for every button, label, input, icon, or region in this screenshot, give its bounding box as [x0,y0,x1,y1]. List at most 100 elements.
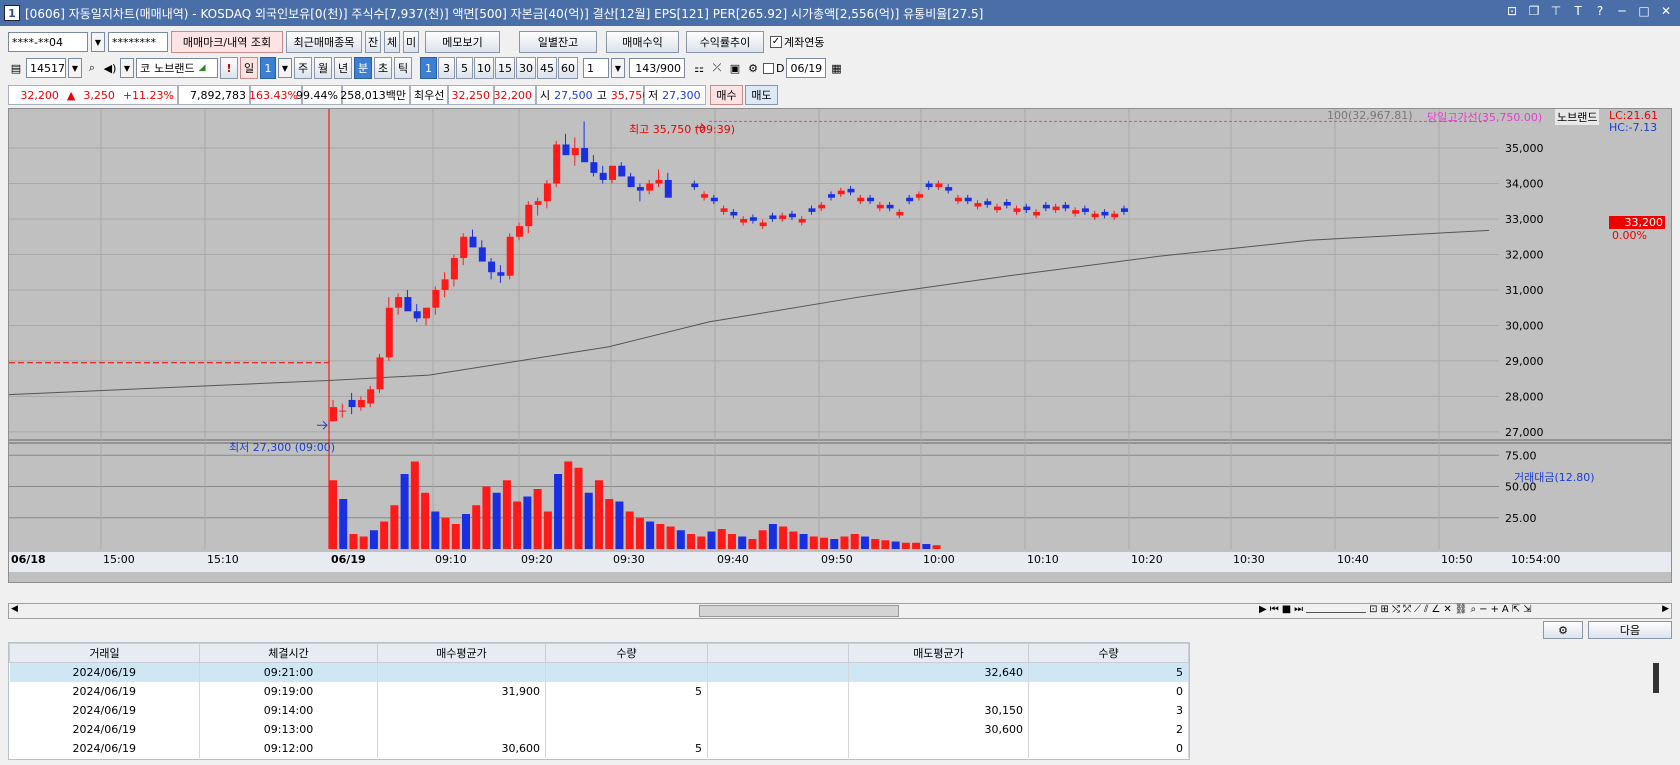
column-header-6[interactable]: 수량 [1028,643,1189,663]
monthly-button[interactable]: 월 [314,57,332,79]
column-header-3[interactable]: 수량 [545,643,708,663]
scroll-left-icon[interactable]: ◀ [11,604,18,614]
candlestick-chart[interactable]: 35,000 34,000 33,000 32,000 31,000 30,000 29,0… [8,108,1672,583]
password-input[interactable]: ******** [108,32,168,52]
pin-icon[interactable]: ⊤ [1548,4,1564,18]
play-icon[interactable]: ▶ [1259,604,1267,615]
column-header-2[interactable]: 매수평균가 [377,643,546,663]
scale-out-icon[interactable]: ⇱ [1512,604,1520,615]
interval-10-button[interactable]: 10 [474,57,494,79]
balance-button[interactable]: 잔 [365,31,381,53]
table-row[interactable]: 2024/06/19 09:21:00 32,640 5 [9,662,1189,682]
next-button[interactable]: 다음 [1588,621,1672,639]
text-icon[interactable]: T [1570,4,1586,18]
stock-code-dropdown[interactable]: ▼ [68,58,82,78]
period-num-button[interactable]: 1 [260,57,276,79]
copy-icon[interactable]: ❐ [1526,4,1542,18]
trade-profit-button[interactable]: 매매수익 [606,31,679,53]
trade-marks-button[interactable]: 매매마크/내역 조회 [171,31,283,53]
second-button[interactable]: 초 [374,57,392,79]
draw-tools-icon[interactable]: ⤭ [1392,604,1400,615]
cross-tool-icon[interactable]: ✕ [1443,604,1451,615]
table-row[interactable]: 2024/06/19 09:12:00 30,600 5 0 [9,738,1189,758]
column-header-1[interactable]: 체결시간 [199,643,378,663]
layout-icon[interactable]: ▤ [8,60,24,76]
alert-button[interactable]: ! [220,57,238,79]
settings-button[interactable]: ⚙ [1543,621,1583,639]
zoom-reset-icon[interactable]: ⊡ [1369,604,1377,615]
interval-45-button[interactable]: 45 [537,57,557,79]
chart-scrollbar[interactable]: ◀ ▶ ⏮ ■ ⏭ ⊡ ⊞ ⤭ ⤱ ⟋ ⫽ ∠ ✕ ⛓ ⌕ − + A ⇱ ⇲ … [8,603,1672,619]
filled-button[interactable]: 체 [384,31,400,53]
account-dropdown[interactable]: ▼ [91,32,105,52]
yearly-button[interactable]: 년 [334,57,352,79]
auto-scale-icon[interactable]: A [1502,604,1509,615]
interval-3-button[interactable]: 3 [438,57,455,79]
interval-5-button[interactable]: 5 [456,57,473,79]
period-day-button[interactable]: 일 [240,57,258,79]
table-row[interactable]: 2024/06/19 09:13:00 30,600 2 [9,719,1189,739]
chart-canvas[interactable]: 35,000 34,000 33,000 32,000 31,000 30,000 29,0… [9,109,1671,582]
sound-dropdown[interactable]: ▼ [120,58,134,78]
scale-in-icon[interactable]: ⇲ [1523,604,1531,615]
interval-15-button[interactable]: 15 [495,57,515,79]
column-header-5[interactable]: 매도평균가 [848,643,1029,663]
minute-button[interactable]: 분 [354,57,372,79]
minimize-icon[interactable]: ─ [1614,4,1630,18]
zoom-out-icon[interactable]: − [1479,604,1487,615]
column-header-4[interactable] [707,643,849,663]
stock-name-field[interactable]: 코 노브랜드 ◢ [136,58,218,78]
zoom-in-icon[interactable]: + [1490,604,1498,615]
multiplier-input[interactable]: 1 [583,58,609,78]
interval-60-button[interactable]: 60 [558,57,578,79]
date-checkbox[interactable] [763,62,774,74]
speed-slider[interactable] [1306,607,1367,613]
stop-icon[interactable]: ■ [1282,604,1291,615]
table-row[interactable]: 2024/06/19 09:19:00 31,900 5 0 [9,681,1189,701]
fib-tool-icon[interactable]: ⤱ [1403,604,1411,615]
weekly-button[interactable]: 주 [294,57,312,79]
calendar-icon[interactable]: ▦ [828,60,844,76]
chain-icon[interactable]: ⛓ [1455,604,1468,615]
date-input[interactable]: 06/19 [786,58,827,78]
buy-button[interactable]: 매수 [710,85,743,105]
maximize-icon[interactable]: □ [1636,4,1652,18]
unfilled-button[interactable]: 미 [403,31,419,53]
forward-icon[interactable]: ⏭ [1294,604,1303,615]
tick-button[interactable]: 틱 [394,57,412,79]
scroll-thumb[interactable] [699,605,899,617]
interval-1-button[interactable]: 1 [420,57,437,79]
check-icon[interactable]: ✓ [770,36,782,48]
help-icon[interactable]: ? [1592,4,1608,18]
sound-icon[interactable]: ◀) [102,60,118,76]
recent-trades-button[interactable]: 최근매매종목 [286,31,362,53]
save-icon[interactable]: ▣ [727,60,743,76]
candle-type-icon[interactable]: ⚏ [691,60,707,76]
account-input[interactable]: ****-**04 [8,32,88,52]
column-header-0[interactable]: 거래일 [9,643,200,663]
multiplier-dropdown[interactable]: ▼ [611,58,625,78]
memo-button[interactable]: 메모보기 [425,31,500,53]
daily-balance-button[interactable]: 일별잔고 [519,31,597,53]
count-input[interactable]: 143/900 [629,58,685,78]
close-icon[interactable]: ✕ [1658,4,1674,18]
stock-code-input[interactable]: 145170 [26,58,66,78]
search-icon[interactable]: ⌕ [84,60,100,76]
period-dropdown[interactable]: ▼ [278,58,292,78]
return-trend-button[interactable]: 수익률추이 [686,31,764,53]
zoom-search-icon[interactable]: ⌕ [1470,604,1476,615]
table-row[interactable]: 2024/06/19 09:14:00 30,150 3 [9,700,1189,720]
sell-button[interactable]: 매도 [745,85,778,105]
rewind-icon[interactable]: ⏮ [1270,604,1279,615]
trend-tool-icon[interactable]: ⟋ [1414,604,1421,615]
interval-30-button[interactable]: 30 [516,57,536,79]
zoom-fit-icon[interactable]: ⊞ [1381,604,1389,615]
scroll-right-icon[interactable]: ▶ [1662,604,1669,614]
channel-tool-icon[interactable]: ⫽ [1424,604,1428,615]
draw-line-icon[interactable]: ⤫ [709,60,725,76]
settings-icon[interactable]: ⚙ [745,60,761,76]
link-icon[interactable]: ⊡ [1504,4,1520,18]
grid-scroll-thumb[interactable] [1653,663,1659,693]
account-link-checkbox[interactable]: ✓ 계좌연동 [770,34,824,50]
angle-tool-icon[interactable]: ∠ [1431,604,1440,615]
